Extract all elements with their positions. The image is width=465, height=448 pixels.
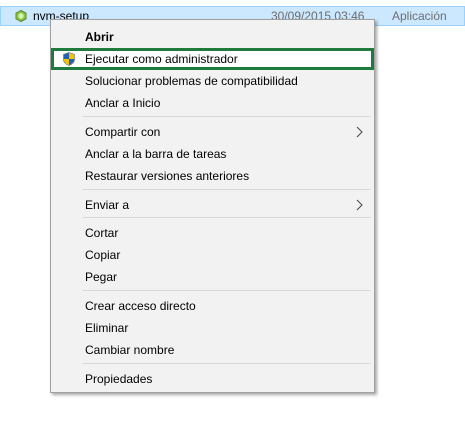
menu-item-label: Solucionar problemas de compatibilidad — [85, 74, 298, 88]
menu-item-run-as-admin[interactable]: Ejecutar como administrador — [51, 48, 374, 70]
menu-item-label: Cortar — [85, 226, 119, 240]
chevron-right-icon — [356, 199, 363, 211]
menu-item-delete[interactable]: Eliminar — [51, 317, 374, 339]
menu-item-restore-previous-versions[interactable]: Restaurar versiones anteriores — [51, 165, 374, 187]
menu-item-label: Compartir con — [85, 125, 161, 139]
menu-item-label: Copiar — [85, 248, 121, 262]
uac-shield-icon — [63, 52, 75, 66]
menu-item-open[interactable]: Abrir — [51, 26, 374, 48]
setup-app-icon — [15, 10, 27, 22]
menu-item-pin-to-start[interactable]: Anclar a Inicio — [51, 92, 374, 114]
context-menu: Abrir Ejecutar como administrador Soluci… — [50, 19, 375, 393]
menu-item-troubleshoot-compatibility[interactable]: Solucionar problemas de compatibilidad — [51, 70, 374, 92]
menu-item-label: Restaurar versiones anteriores — [85, 169, 250, 183]
menu-separator — [83, 189, 371, 190]
menu-item-share-with[interactable]: Compartir con — [51, 121, 374, 143]
menu-item-paste[interactable]: Pegar — [51, 266, 374, 288]
menu-item-copy[interactable]: Copiar — [51, 244, 374, 266]
menu-item-label: Enviar a — [85, 198, 130, 212]
menu-item-label: Ejecutar como administrador — [85, 52, 238, 66]
menu-item-properties[interactable]: Propiedades — [51, 368, 374, 390]
menu-item-send-to[interactable]: Enviar a — [51, 194, 374, 216]
menu-separator — [83, 217, 371, 218]
menu-item-pin-to-taskbar[interactable]: Anclar a la barra de tareas — [51, 143, 374, 165]
menu-item-label: Abrir — [85, 30, 114, 44]
menu-item-label: Anclar a Inicio — [85, 96, 161, 110]
menu-separator — [83, 363, 371, 364]
menu-separator — [83, 116, 371, 117]
menu-item-label: Propiedades — [85, 372, 153, 386]
menu-item-cut[interactable]: Cortar — [51, 222, 374, 244]
file-type: Aplicación — [392, 9, 447, 23]
menu-item-rename[interactable]: Cambiar nombre — [51, 339, 374, 361]
menu-item-label: Cambiar nombre — [85, 343, 175, 357]
menu-item-label: Eliminar — [85, 321, 129, 335]
menu-item-create-shortcut[interactable]: Crear acceso directo — [51, 295, 374, 317]
chevron-right-icon — [356, 126, 363, 138]
menu-item-label: Anclar a la barra de tareas — [85, 147, 227, 161]
menu-item-label: Crear acceso directo — [85, 299, 196, 313]
menu-separator — [83, 290, 371, 291]
menu-item-label: Pegar — [85, 270, 118, 284]
